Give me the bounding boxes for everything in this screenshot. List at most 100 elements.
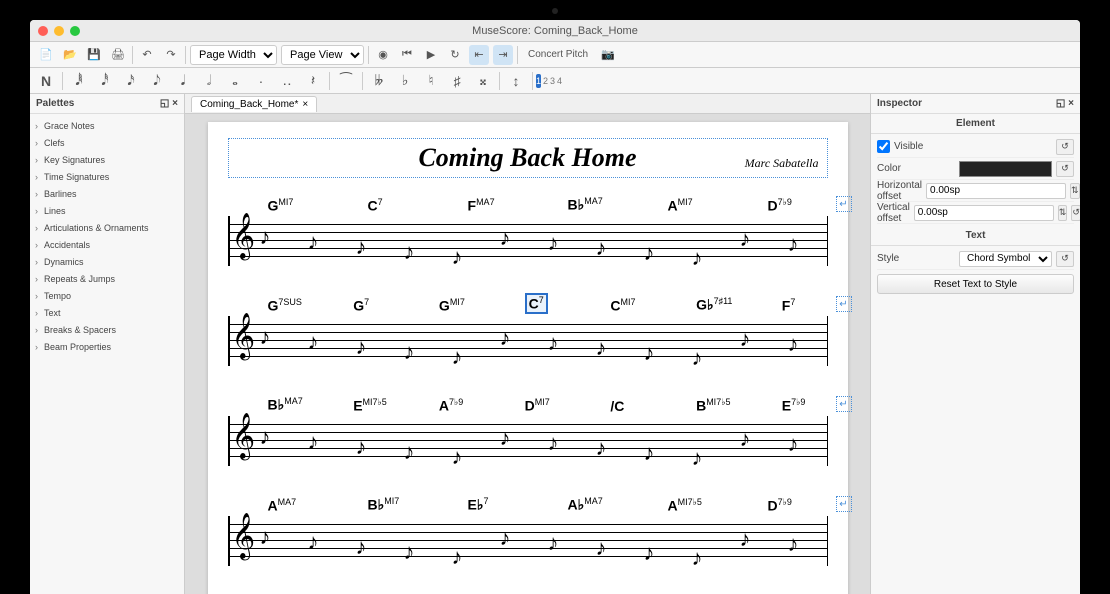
redo-button[interactable]: ↷ [161,45,181,65]
close-inspector-icon[interactable]: × [1068,98,1074,109]
chord-symbol[interactable]: C7 [525,293,548,314]
palette-item-text[interactable]: Text [30,305,184,322]
reset-text-to-style-button[interactable]: Reset Text to Style [877,274,1074,294]
note[interactable]: ♪ [452,344,463,370]
zoom-select[interactable]: Page Width [190,45,277,65]
sharp-icon[interactable]: ♯ [447,71,467,91]
note[interactable]: ♪ [788,231,799,257]
note[interactable]: ♪ [644,340,655,366]
chord-symbol[interactable]: EMI7♭5 [353,397,387,414]
note[interactable]: ♪ [644,240,655,266]
note[interactable]: ♪ [260,224,271,250]
voffset-stepper[interactable]: ⇅ [1058,205,1068,221]
voice-4-button[interactable]: 4 [557,74,562,88]
chord-symbol[interactable]: /C [610,398,624,414]
chord-symbol[interactable]: AMI7 [668,197,693,214]
note[interactable]: ♪ [356,334,367,360]
metronome-button[interactable]: ◉ [373,45,393,65]
play-button[interactable]: ▶ [421,45,441,65]
chord-symbol[interactable]: G7SUS [268,297,302,314]
undock-inspector-icon[interactable]: ◱ [1056,98,1065,109]
note[interactable]: ♪ [356,534,367,560]
note[interactable]: ♪ [500,425,511,451]
note[interactable]: ♪ [788,331,799,357]
note[interactable]: ♪ [788,531,799,557]
view-select[interactable]: Page View [281,45,364,65]
note[interactable]: ♪ [692,345,703,371]
undock-icon[interactable]: ◱ [160,98,169,109]
close-tab-icon[interactable]: × [302,99,308,110]
palette-item-tempo[interactable]: Tempo [30,288,184,305]
chord-symbol[interactable]: GMI7 [439,297,465,314]
note[interactable]: ♪ [260,324,271,350]
system-break-icon[interactable]: ↵ [836,196,852,212]
composer-name[interactable]: Marc Sabatella [745,156,819,171]
note[interactable]: ♪ [308,529,319,555]
palette-item-repeats-jumps[interactable]: Repeats & Jumps [30,271,184,288]
chord-symbol[interactable]: CMI7 [610,297,635,314]
note[interactable]: ♪ [596,435,607,461]
palette-item-lines[interactable]: Lines [30,203,184,220]
note[interactable]: ♪ [404,539,415,565]
chord-symbol[interactable]: A♭MA7 [568,496,603,514]
song-title[interactable]: Coming Back Home [418,143,636,173]
chord-symbol[interactable]: DMI7 [525,397,550,414]
system-break-icon[interactable]: ↵ [836,396,852,412]
palette-item-dynamics[interactable]: Dynamics [30,254,184,271]
note-16th-icon[interactable]: 𝅘𝅥𝅯 [121,71,141,91]
note[interactable]: ♪ [500,525,511,551]
voffset-input[interactable] [914,205,1054,221]
note[interactable]: ♪ [452,444,463,470]
print-button[interactable]: 🖨 [108,45,128,65]
note[interactable]: ♪ [356,234,367,260]
note[interactable]: ♪ [500,225,511,251]
note[interactable]: ♪ [692,245,703,271]
document-tab[interactable]: Coming_Back_Home* × [191,96,317,112]
flip-stem-icon[interactable]: ↕ [506,71,526,91]
note-8th-icon[interactable]: 𝅘𝅥𝅮 [147,71,167,91]
loop-button[interactable]: ↻ [445,45,465,65]
chord-symbol[interactable]: F7 [782,297,796,314]
note[interactable]: ♪ [260,424,271,450]
note[interactable]: ♪ [404,339,415,365]
loop-in-button[interactable]: ⇤ [469,45,489,65]
note[interactable]: ♪ [404,239,415,265]
palette-item-grace-notes[interactable]: Grace Notes [30,118,184,135]
note[interactable]: ♪ [692,545,703,571]
chord-symbol[interactable]: B♭MA7 [268,396,303,414]
note[interactable]: ♪ [404,439,415,465]
tie-icon[interactable]: ⁀ [336,71,356,91]
chord-symbol[interactable]: G♭7♯11 [696,296,732,314]
note[interactable]: ♪ [452,544,463,570]
hoffset-input[interactable] [926,183,1066,199]
chord-symbol[interactable]: GMI7 [268,197,294,214]
reset-voffset-button[interactable]: ↺ [1071,205,1080,221]
visible-checkbox[interactable] [877,140,890,153]
chord-symbol[interactable]: BMI7♭5 [696,397,730,414]
score-canvas[interactable]: Coming Back Home Marc Sabatella GMI7C7FM… [185,114,870,594]
note[interactable]: ♪ [548,530,559,556]
color-swatch[interactable] [959,161,1052,177]
note[interactable]: ♪ [644,540,655,566]
reset-style-button[interactable]: ↺ [1056,251,1074,267]
reset-color-button[interactable]: ↺ [1056,161,1074,177]
chord-symbol[interactable]: A7♭9 [439,397,463,414]
note[interactable]: ♪ [308,429,319,455]
natural-icon[interactable]: ♮ [421,71,441,91]
loop-out-button[interactable]: ⇥ [493,45,513,65]
palette-item-time-signatures[interactable]: Time Signatures [30,169,184,186]
note-32nd-icon[interactable]: 𝅘𝅥𝅰 [95,71,115,91]
voice-1-button[interactable]: 1 [536,74,541,88]
zoom-window-button[interactable] [70,26,80,36]
note[interactable]: ♪ [308,329,319,355]
note-whole-icon[interactable]: 𝅝 [225,71,245,91]
note[interactable]: ♪ [596,335,607,361]
flat-icon[interactable]: ♭ [395,71,415,91]
title-frame[interactable]: Coming Back Home Marc Sabatella [228,138,828,178]
concert-pitch-button[interactable]: Concert Pitch [522,45,594,65]
chord-symbol[interactable]: C7 [368,197,383,214]
chord-symbol[interactable]: AMA7 [268,497,297,514]
hoffset-stepper[interactable]: ⇅ [1070,183,1080,199]
palette-item-key-signatures[interactable]: Key Signatures [30,152,184,169]
system-break-icon[interactable]: ↵ [836,296,852,312]
